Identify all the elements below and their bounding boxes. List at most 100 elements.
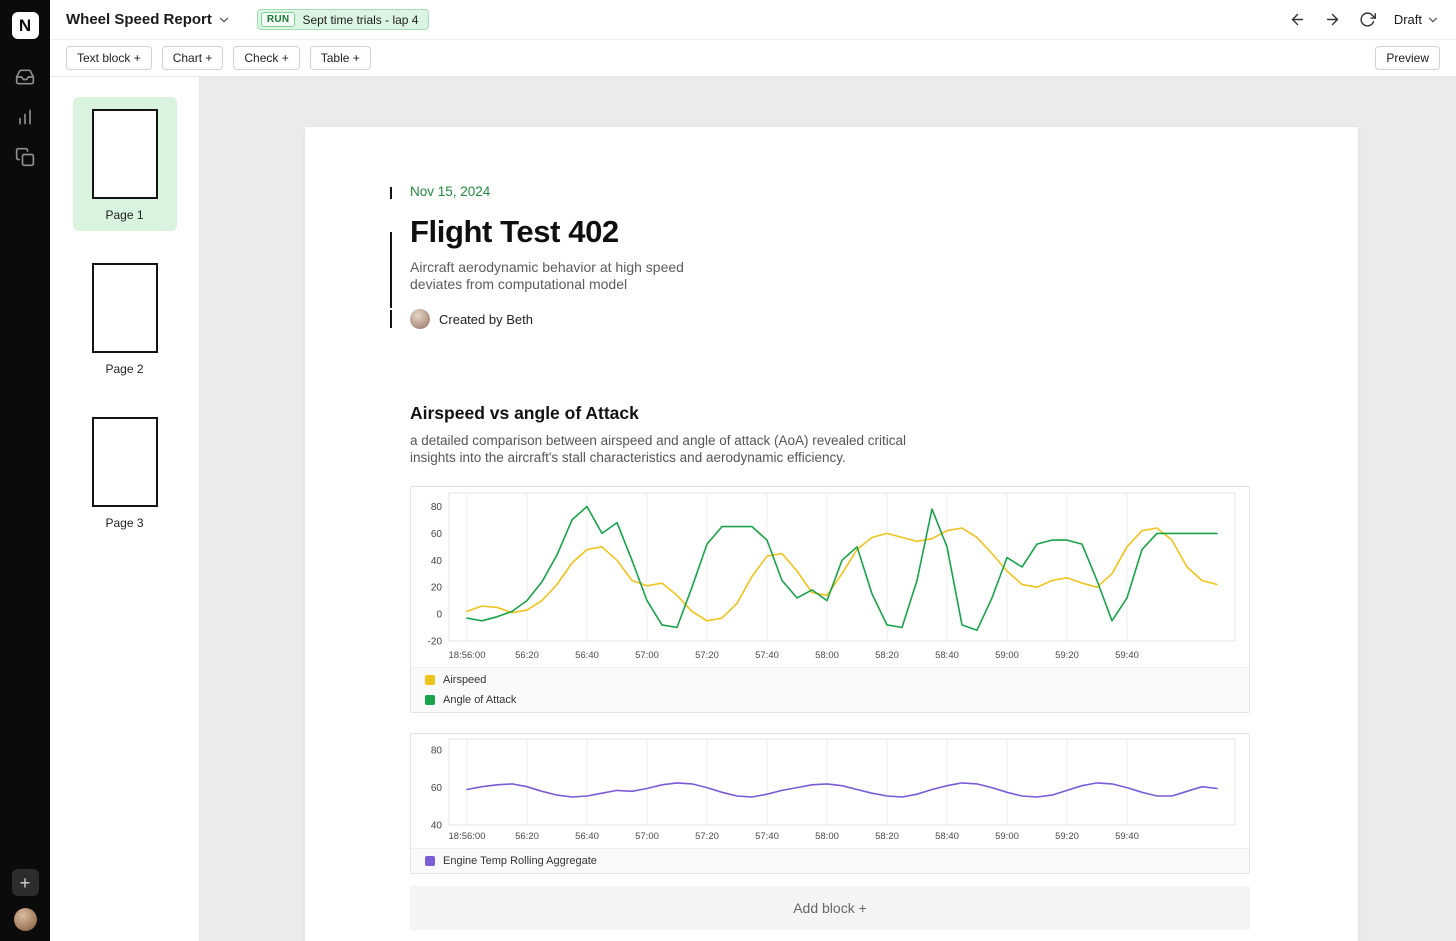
chart-plot: 18:56:0056:2056:4057:0057:2057:4058:0058… [411,487,1249,667]
arrow-left-icon[interactable] [1289,11,1306,28]
canvas: Nov 15, 2024 Flight Test 402 Aircraft ae… [200,77,1456,941]
block-handle[interactable] [390,187,392,199]
svg-text:56:20: 56:20 [515,831,539,842]
svg-text:59:20: 59:20 [1055,650,1079,661]
main-column: Wheel Speed Report RUN Sept time trials … [50,0,1456,941]
page-preview [92,109,158,199]
svg-text:56:20: 56:20 [515,650,539,661]
svg-text:20: 20 [431,583,443,594]
svg-text:56:40: 56:40 [575,831,599,842]
legend-swatch [425,695,435,705]
document-title-dropdown[interactable]: Wheel Speed Report [66,11,231,28]
svg-text:60: 60 [431,529,443,540]
doc-title[interactable]: Flight Test 402 [410,214,1250,250]
chevron-down-icon [217,13,231,27]
add-block-button[interactable]: Add block + [410,886,1250,930]
block-handle[interactable] [390,310,392,328]
run-badge: RUN [261,12,296,27]
block-toolbar: Text block + Chart + Check + Table + Pre… [50,40,1456,77]
legend-item[interactable]: Angle of Attack [411,690,1249,710]
svg-text:59:40: 59:40 [1115,831,1139,842]
date-block[interactable]: Nov 15, 2024 [410,184,1250,199]
table-button[interactable]: Table + [310,46,371,70]
legend-item[interactable]: Engine Temp Rolling Aggregate [411,851,1249,871]
app-rail: N + [0,0,50,941]
refresh-icon[interactable] [1359,11,1376,28]
svg-text:40: 40 [431,556,443,567]
svg-text:59:00: 59:00 [995,650,1019,661]
app-root: N + Wheel Speed Report RUN Sept time tri… [0,0,1456,941]
svg-text:59:20: 59:20 [1055,831,1079,842]
section-body[interactable]: a detailed comparison between airspeed a… [410,433,955,466]
draft-label: Draft [1394,12,1422,27]
inbox-icon[interactable] [15,67,35,87]
legend-label: Angle of Attack [443,694,516,706]
check-button[interactable]: Check + [233,46,299,70]
block-handle[interactable] [390,232,392,308]
svg-text:57:40: 57:40 [755,650,779,661]
page-preview [92,417,158,507]
svg-text:58:40: 58:40 [935,650,959,661]
author-avatar [410,309,430,329]
page-label: Page 1 [73,208,177,222]
title-block[interactable]: Flight Test 402 Aircraft aerodynamic beh… [410,214,1250,292]
legend-item[interactable]: Airspeed [411,670,1249,690]
svg-text:58:00: 58:00 [815,650,839,661]
svg-text:18:56:00: 18:56:00 [449,831,486,842]
svg-text:60: 60 [431,783,443,794]
svg-text:58:40: 58:40 [935,831,959,842]
byline-block[interactable]: Created by Beth [410,309,1250,329]
svg-text:0: 0 [436,610,442,621]
doc-subtitle[interactable]: Aircraft aerodynamic behavior at high sp… [410,259,710,292]
app-logo[interactable]: N [12,12,39,39]
byline-text: Created by Beth [439,312,533,327]
svg-text:80: 80 [431,502,443,513]
svg-text:58:20: 58:20 [875,650,899,661]
add-button[interactable]: + [12,869,39,896]
svg-text:57:20: 57:20 [695,831,719,842]
chart-block-engine-temp[interactable]: 18:56:00 56:20 56:40 57:00 57:20 57:40 58:00 58… [410,733,1250,874]
pages-icon[interactable] [15,147,35,167]
text-block-button[interactable]: Text block + [66,46,152,70]
svg-text:57:00: 57:00 [635,831,659,842]
doc-date[interactable]: Nov 15, 2024 [410,184,1250,199]
page-label: Page 3 [73,516,177,530]
page-label: Page 2 [73,362,177,376]
svg-text:18:56:00: 18:56:00 [449,650,486,661]
document-title: Wheel Speed Report [66,11,212,28]
pages-panel: Page 1 Page 2 Page 3 [50,77,200,941]
svg-text:57:20: 57:20 [695,650,719,661]
page-thumbnail-3[interactable]: Page 3 [73,405,177,539]
svg-text:58:00: 58:00 [815,831,839,842]
draft-dropdown[interactable]: Draft [1394,12,1440,27]
svg-text:80: 80 [431,746,443,757]
svg-text:-20: -20 [428,636,443,647]
chart-block-airspeed-aoa[interactable]: 18:56:0056:2056:4057:0057:2057:4058:0058… [410,486,1250,713]
legend-swatch [425,856,435,866]
top-bar: Wheel Speed Report RUN Sept time trials … [50,0,1456,40]
workspace: Page 1 Page 2 Page 3 Nov 15, 2024 [50,77,1456,941]
page-thumbnail-1[interactable]: Page 1 [73,97,177,231]
svg-text:40: 40 [431,820,443,831]
svg-text:59:40: 59:40 [1115,650,1139,661]
section-title[interactable]: Airspeed vs angle of Attack [410,403,1250,424]
document-page: Nov 15, 2024 Flight Test 402 Aircraft ae… [305,127,1358,941]
chart-button[interactable]: Chart + [162,46,224,70]
chart-plot: 18:56:00 56:20 56:40 57:00 57:20 57:40 58:00 58… [411,734,1249,848]
byline: Created by Beth [410,309,1250,329]
legend-label: Engine Temp Rolling Aggregate [443,855,597,867]
legend-label: Airspeed [443,674,486,686]
topbar-actions: Draft [1289,11,1440,28]
arrow-right-icon[interactable] [1324,11,1341,28]
user-avatar[interactable] [14,908,37,931]
page-thumbnail-2[interactable]: Page 2 [73,251,177,385]
page-preview [92,263,158,353]
chart-legend: Engine Temp Rolling Aggregate [411,848,1249,873]
preview-button[interactable]: Preview [1375,46,1440,70]
svg-text:56:40: 56:40 [575,650,599,661]
charts-icon[interactable] [15,107,35,127]
svg-text:57:40: 57:40 [755,831,779,842]
chevron-down-icon [1426,13,1440,27]
run-chip[interactable]: RUN Sept time trials - lap 4 [257,9,430,30]
section-block[interactable]: Airspeed vs angle of Attack a detailed c… [410,403,1250,466]
